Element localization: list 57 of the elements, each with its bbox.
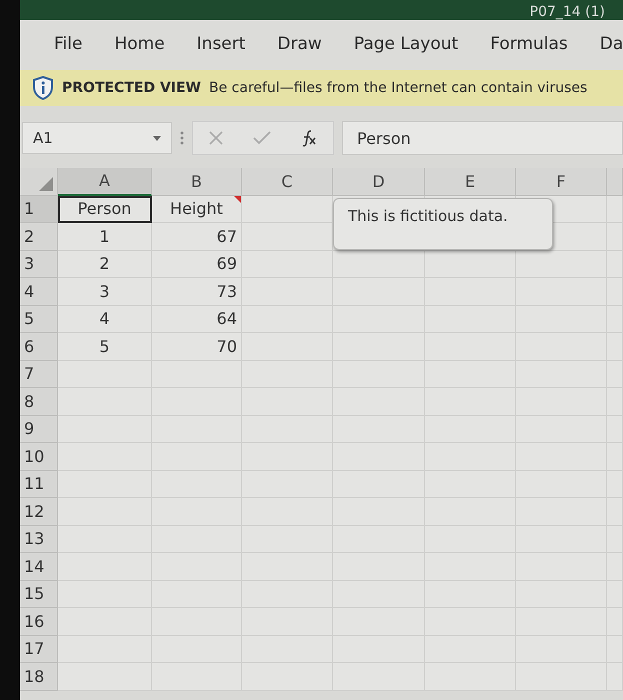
function-icon[interactable] (300, 129, 318, 147)
table-cell: Height (152, 196, 242, 223)
row-header[interactable]: 3 (20, 250, 58, 278)
table-cell: Person (58, 196, 152, 223)
row-header[interactable]: 6 (20, 333, 58, 360)
row-header[interactable]: 2 (20, 223, 58, 250)
row-header[interactable]: 18 (20, 663, 58, 690)
row-header[interactable]: 5 (20, 306, 58, 333)
column-header[interactable]: F (516, 168, 607, 196)
table-cell: 67 (152, 223, 242, 250)
column-header[interactable]: E (425, 168, 516, 196)
column-header[interactable]: C (242, 168, 333, 196)
select-all-icon[interactable] (39, 176, 53, 190)
ribbon-tab[interactable]: Insert (186, 30, 256, 60)
ribbon-tab[interactable]: Formulas (480, 30, 578, 60)
row-header[interactable]: 17 (20, 636, 58, 663)
table-cell: 70 (152, 333, 242, 360)
row-header[interactable]: 10 (20, 443, 58, 470)
file-name: P07_14 (1) (530, 4, 605, 20)
row-header[interactable]: 14 (20, 553, 58, 580)
ribbon-tab[interactable]: Page Layout (344, 30, 468, 60)
table-cell: 64 (152, 306, 242, 333)
ribbon-tab[interactable]: File (44, 30, 92, 60)
column-header[interactable] (607, 168, 623, 196)
table-cell: 5 (58, 333, 152, 360)
column-header[interactable]: D (333, 168, 425, 196)
row-header[interactable]: 13 (20, 526, 58, 553)
column-header[interactable]: A (58, 168, 152, 196)
cancel-icon[interactable] (208, 130, 224, 146)
table-cell: 3 (58, 278, 152, 306)
row-header[interactable]: 15 (20, 580, 58, 608)
formula-field[interactable]: Person (342, 121, 623, 155)
row-header[interactable]: 7 (20, 360, 58, 388)
table-cell: 4 (58, 306, 152, 333)
check-icon[interactable] (252, 131, 271, 145)
protected-view-title: PROTECTED VIEW (62, 80, 201, 96)
row-header[interactable]: 11 (20, 470, 58, 498)
row-header[interactable]: 4 (20, 278, 58, 306)
drag-handle-icon[interactable] (180, 131, 184, 145)
protected-view-message: Be careful—files from the Internet can contain viruses (209, 80, 588, 96)
ribbon-tab[interactable]: Home (104, 30, 175, 60)
row-header[interactable]: 9 (20, 416, 58, 443)
ribbon-tab[interactable]: Draw (267, 30, 332, 60)
column-header[interactable]: B (152, 168, 242, 196)
shield-info-icon (32, 76, 54, 100)
ribbon-tab[interactable]: Da (590, 30, 623, 60)
row-header[interactable]: 8 (20, 388, 58, 416)
table-cell: 1 (58, 223, 152, 250)
table-cell: 73 (152, 278, 242, 306)
row-header[interactable]: 16 (20, 608, 58, 636)
table-cell: 69 (152, 250, 242, 278)
table-cell: 2 (58, 250, 152, 278)
row-header[interactable]: 12 (20, 498, 58, 526)
caret-icon (153, 136, 161, 140)
row-header[interactable]: 1 (20, 196, 58, 223)
comment-note: This is fictitious data. (333, 198, 553, 250)
name-box[interactable]: A1 (22, 122, 172, 154)
